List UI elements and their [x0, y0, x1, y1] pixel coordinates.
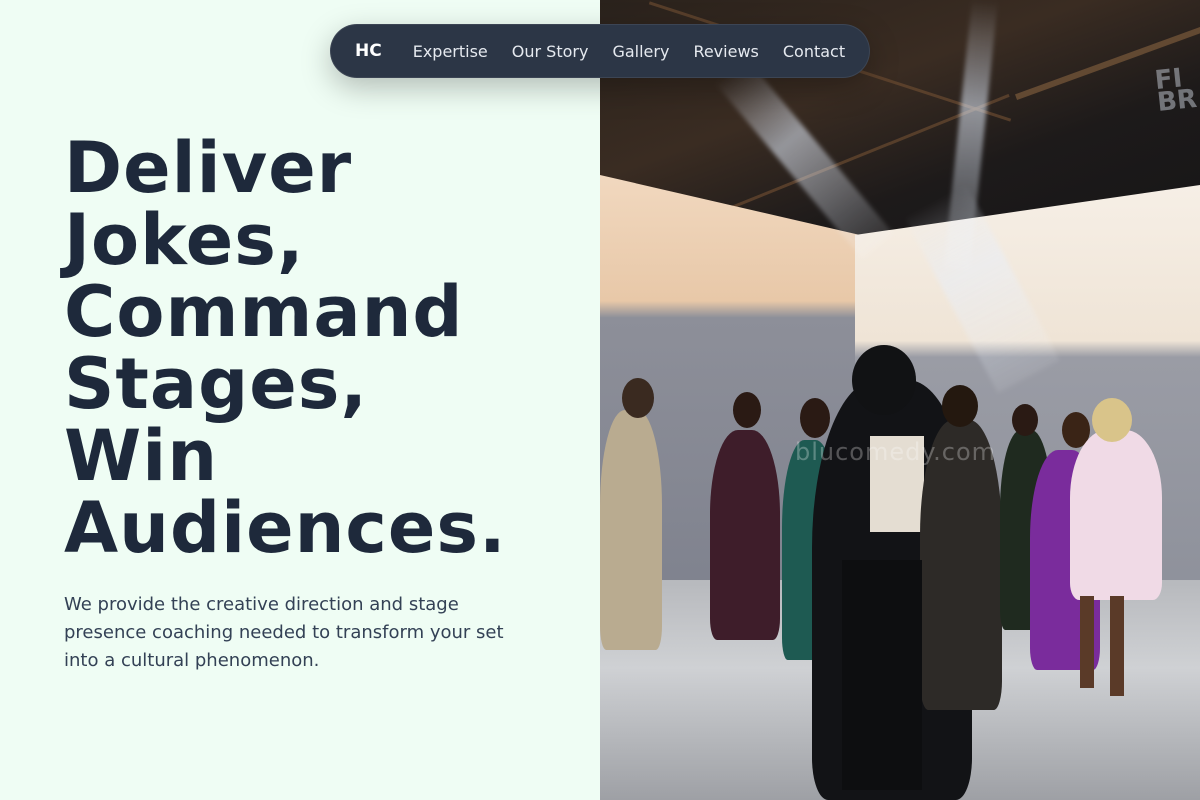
top-navigation: HC Expertise Our Story Gallery Reviews C… [330, 24, 870, 78]
photo-person [1070, 430, 1162, 600]
hero-heading-line: Command [64, 271, 464, 353]
photo-person-head [800, 398, 830, 438]
hero-heading-line: Stages, [64, 343, 368, 425]
hero-heading-line: Win [64, 415, 219, 497]
photo-person [710, 430, 780, 640]
photo-watermark: blucomedy.com [795, 438, 997, 466]
photo-leg [1110, 596, 1124, 696]
hero-photo: FI BR blucomedy.com [600, 0, 1200, 800]
photo-person-head [1092, 398, 1132, 442]
nav-link-gallery[interactable]: Gallery [612, 42, 669, 61]
photo-person-head [1012, 404, 1038, 436]
hero-subtitle: We provide the creative direction and st… [64, 594, 504, 671]
photo-person-head [852, 345, 916, 415]
nav-logo[interactable]: HC [355, 41, 382, 61]
photo-legs-hooded [842, 560, 922, 790]
hero-heading-line: Audiences. [64, 487, 507, 569]
photo-sign: FI BR [1153, 63, 1199, 118]
hero-heading-line: Jokes, [64, 199, 305, 281]
photo-person-head [622, 378, 654, 418]
photo-person-head [733, 392, 761, 428]
photo-person-head [942, 385, 978, 427]
photo-person [600, 410, 662, 650]
nav-link-expertise[interactable]: Expertise [413, 42, 488, 61]
hero-heading: Deliver Jokes, Command Stages, Win Audie… [64, 132, 584, 564]
photo-leg [1080, 596, 1094, 688]
nav-link-our-story[interactable]: Our Story [512, 42, 589, 61]
nav-link-contact[interactable]: Contact [783, 42, 845, 61]
nav-link-reviews[interactable]: Reviews [693, 42, 758, 61]
hero-heading-line: Deliver [64, 127, 353, 209]
